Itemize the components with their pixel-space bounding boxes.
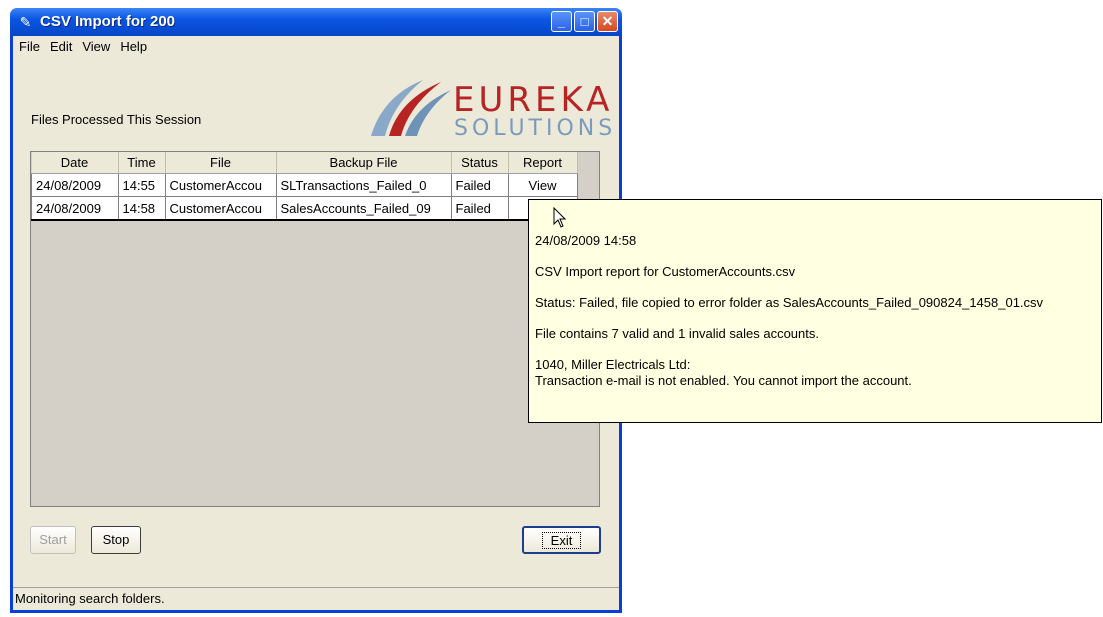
column-header-backup-file[interactable]: Backup File xyxy=(276,152,452,174)
tooltip-summary: File contains 7 valid and 1 invalid sale… xyxy=(535,326,819,341)
cell-backup-file: SLTransactions_Failed_0 xyxy=(275,173,452,197)
cell-time: 14:58 xyxy=(117,196,166,221)
cell-backup-file: SalesAccounts_Failed_09 xyxy=(275,196,452,221)
files-grid: Date Time File Backup File Status Report… xyxy=(31,152,578,221)
eureka-logo: EUREKA SOLUTIONS xyxy=(363,76,612,141)
close-button[interactable]: ✕ xyxy=(597,11,618,32)
stop-button[interactable]: Stop xyxy=(91,526,141,554)
column-header-date[interactable]: Date xyxy=(31,152,119,174)
menu-view[interactable]: View xyxy=(78,39,116,54)
column-header-report[interactable]: Report xyxy=(508,152,578,174)
feather-icon: ✎ xyxy=(19,14,32,30)
cell-file: CustomerAccou xyxy=(164,196,277,221)
exit-button[interactable]: Exit xyxy=(522,526,601,554)
logo-text-solutions: SOLUTIONS xyxy=(454,116,617,141)
table-header-row: Date Time File Backup File Status Report xyxy=(31,152,578,174)
tooltip-error: Transaction e-mail is not enabled. You c… xyxy=(535,373,912,388)
section-label: Files Processed This Session xyxy=(31,112,202,127)
menu-bar: File Edit View Help xyxy=(13,36,619,56)
menu-edit[interactable]: Edit xyxy=(46,39,78,54)
column-header-time[interactable]: Time xyxy=(118,152,166,174)
title-bar[interactable]: ✎ CSV Import for 200 _ □ ✕ xyxy=(10,8,622,36)
table-row[interactable]: 24/08/2009 14:55 CustomerAccou SLTransac… xyxy=(31,173,578,197)
menu-file[interactable]: File xyxy=(15,39,46,54)
maximize-button[interactable]: □ xyxy=(574,11,595,32)
tooltip-report-title: CSV Import report for CustomerAccounts.c… xyxy=(535,264,796,279)
exit-button-label: Exit xyxy=(541,532,582,549)
swoosh-logo-icon xyxy=(371,80,451,136)
tooltip-account: 1040, Miller Electricals Ltd: xyxy=(535,357,691,372)
cell-date: 24/08/2009 xyxy=(31,196,119,221)
column-header-status[interactable]: Status xyxy=(451,152,509,174)
tooltip-status: Status: Failed, file copied to error fol… xyxy=(535,295,1044,310)
files-table[interactable]: Date Time File Backup File Status Report… xyxy=(30,151,600,507)
cell-file: CustomerAccou xyxy=(164,173,277,197)
cell-date: 24/08/2009 xyxy=(31,173,119,197)
table-row[interactable]: 24/08/2009 14:58 CustomerAccou SalesAcco… xyxy=(31,196,578,221)
start-button[interactable]: Start xyxy=(30,526,76,554)
column-header-file[interactable]: File xyxy=(165,152,277,174)
view-report-link[interactable]: View xyxy=(507,173,578,197)
report-tooltip: 24/08/2009 14:58 CSV Import report for C… xyxy=(528,199,1102,423)
cell-status: Failed xyxy=(450,173,509,197)
minimize-button[interactable]: _ xyxy=(551,11,572,32)
status-bar: Monitoring search folders. xyxy=(13,587,619,610)
logo-text-eureka: EUREKA xyxy=(453,80,614,120)
menu-help[interactable]: Help xyxy=(116,39,153,54)
mouse-pointer-icon xyxy=(553,207,567,228)
window-title: CSV Import for 200 xyxy=(40,13,176,30)
cell-status: Failed xyxy=(450,196,509,221)
cell-time: 14:55 xyxy=(117,173,166,197)
tooltip-timestamp: 24/08/2009 14:58 xyxy=(535,233,637,248)
